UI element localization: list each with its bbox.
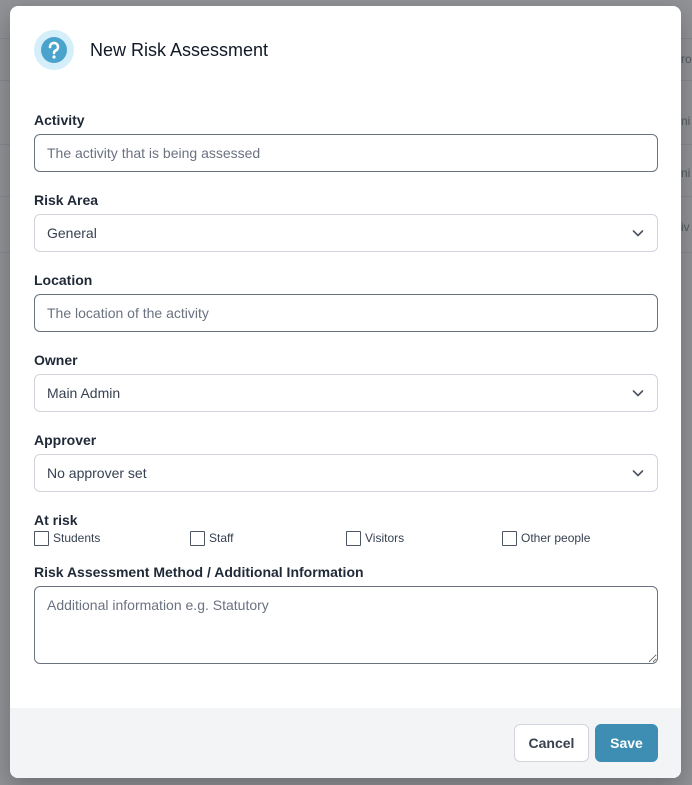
cancel-button[interactable]: Cancel [514, 724, 589, 762]
activity-field: Activity [34, 112, 658, 172]
checkbox-label: Visitors [365, 531, 405, 545]
risk-area-value: General [47, 225, 97, 241]
at-risk-label: At risk [34, 512, 78, 528]
students-checkbox[interactable] [34, 530, 49, 546]
staff-checkbox[interactable] [190, 530, 205, 546]
location-field: Location [34, 272, 658, 332]
approver-value: No approver set [47, 465, 147, 481]
approver-field: Approver No approver set [34, 432, 658, 492]
risk-area-select[interactable]: General [34, 214, 658, 252]
chevron-down-icon [632, 390, 644, 397]
at-risk-option-students[interactable]: Students [34, 530, 190, 546]
chevron-down-icon [632, 230, 644, 237]
approver-select[interactable]: No approver set [34, 454, 658, 492]
question-circle-icon [34, 30, 74, 70]
risk-assessment-dialog: New Risk Assessment Activity Risk Area G… [10, 6, 681, 778]
risk-area-field: Risk Area General [34, 192, 658, 252]
activity-label: Activity [34, 112, 85, 128]
owner-field: Owner Main Admin [34, 352, 658, 412]
visitors-checkbox[interactable] [346, 530, 361, 546]
at-risk-option-other-people[interactable]: Other people [502, 530, 658, 546]
method-field: Risk Assessment Method / Additional Info… [34, 564, 658, 664]
owner-value: Main Admin [47, 385, 121, 401]
risk-assessment-form: Activity Risk Area General Location Owne… [34, 112, 658, 684]
location-label: Location [34, 272, 93, 288]
dialog-header: New Risk Assessment [34, 30, 268, 70]
other-people-checkbox[interactable] [502, 530, 517, 546]
save-button[interactable]: Save [595, 724, 658, 762]
at-risk-field: At risk Students Staff Visitors Other pe… [34, 512, 658, 546]
risk-area-label: Risk Area [34, 192, 99, 208]
chevron-down-icon [632, 470, 644, 477]
approver-label: Approver [34, 432, 97, 448]
dialog-title: New Risk Assessment [90, 39, 269, 60]
at-risk-option-visitors[interactable]: Visitors [346, 530, 502, 546]
dialog-footer: Cancel Save [10, 708, 681, 778]
checkbox-label: Staff [209, 531, 234, 545]
owner-select[interactable]: Main Admin [34, 374, 658, 412]
at-risk-option-staff[interactable]: Staff [190, 530, 346, 546]
checkbox-label: Students [53, 531, 101, 545]
activity-input[interactable] [34, 134, 658, 172]
method-textarea[interactable] [34, 586, 658, 664]
method-label: Risk Assessment Method / Additional Info… [34, 564, 364, 580]
owner-label: Owner [34, 352, 78, 368]
checkbox-label: Other people [521, 531, 591, 545]
at-risk-options: Students Staff Visitors Other people [34, 530, 658, 546]
location-input[interactable] [34, 294, 658, 332]
